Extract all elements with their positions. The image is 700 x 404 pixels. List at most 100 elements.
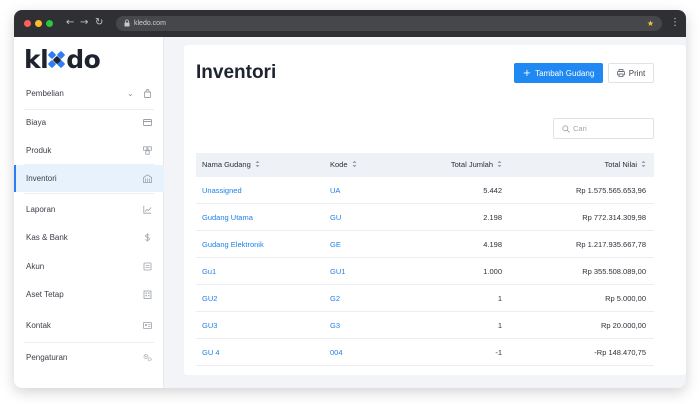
sidebar-item-akun[interactable]: Akun: [14, 253, 164, 280]
logo-text-left: kl: [24, 45, 49, 74]
search-icon: [562, 125, 570, 133]
sidebar-item-kontak[interactable]: Kontak: [14, 312, 164, 339]
column-label: Kode: [330, 160, 348, 169]
table-row: Gudang Elektronik GE 4.198 Rp 1.217.935.…: [196, 231, 654, 258]
sidebar-item-pengaturan[interactable]: Pengaturan: [14, 344, 164, 371]
total-quantity: 5.442: [483, 186, 502, 195]
boxes-icon: [143, 146, 152, 155]
sidebar: kl do Pembelian ⌄ Biaya Produk Inventori …: [14, 37, 164, 388]
warehouse-name-link[interactable]: Gu1: [202, 258, 216, 285]
column-header-kode[interactable]: Kode: [330, 153, 357, 177]
print-button[interactable]: Print: [608, 63, 654, 83]
sidebar-item-kas-bank[interactable]: Kas & Bank: [14, 224, 164, 251]
sort-icon: [352, 160, 357, 168]
total-value: -Rp 148.470,75: [594, 348, 646, 357]
sidebar-item-label: Produk: [26, 146, 52, 155]
warehouse-name-link[interactable]: Gudang Utama: [202, 204, 253, 231]
sidebar-item-inventori[interactable]: Inventori: [14, 165, 164, 192]
printer-icon: [616, 68, 625, 77]
dollar-icon: [145, 233, 150, 242]
warehouse-name-link[interactable]: GU2: [202, 285, 217, 312]
lock-icon: [124, 19, 130, 27]
warehouse-code-link[interactable]: 004: [330, 339, 343, 366]
total-quantity: 2.198: [483, 213, 502, 222]
warehouse-code-link[interactable]: GU: [330, 204, 341, 231]
total-value: Rp 5.000,00: [605, 294, 646, 303]
sidebar-divider: [24, 342, 154, 343]
sidebar-item-label: Inventori: [26, 174, 57, 183]
kledo-logo[interactable]: kl do: [24, 45, 101, 74]
sidebar-item-label: Pengaturan: [26, 353, 68, 362]
sidebar-item-aset-tetap[interactable]: Aset Tetap: [14, 281, 164, 308]
add-warehouse-button[interactable]: + Tambah Gudang: [514, 63, 603, 83]
building-icon: [143, 290, 152, 299]
ledger-icon: [143, 262, 152, 271]
total-quantity: 1: [497, 321, 502, 330]
table-header: Nama Gudang Kode Total Jumlah Total Nila…: [196, 153, 654, 177]
warehouse-name-link[interactable]: GU3: [202, 312, 217, 339]
total-value: Rp 772.314.309,98: [582, 213, 646, 222]
sidebar-item-pembelian[interactable]: Pembelian ⌄: [14, 80, 164, 107]
column-header-nama-gudang[interactable]: Nama Gudang: [202, 153, 260, 177]
warehouse-icon: [143, 174, 152, 183]
close-window-button[interactable]: [24, 20, 31, 27]
search-input[interactable]: [573, 122, 649, 135]
maximize-window-button[interactable]: [46, 20, 53, 27]
sidebar-item-biaya[interactable]: Biaya: [14, 109, 164, 136]
warehouse-name-link[interactable]: Unassigned: [202, 177, 242, 204]
sort-icon: [641, 160, 646, 168]
gears-icon: [143, 354, 152, 362]
warehouse-code-link[interactable]: G2: [330, 285, 340, 312]
back-arrow-icon[interactable]: ←: [66, 16, 74, 30]
minimize-window-button[interactable]: [35, 20, 42, 27]
table-row: GU 4 004 -1 -Rp 148.470,75: [196, 339, 654, 366]
sidebar-item-label: Biaya: [26, 118, 47, 127]
table-row: Gu1 GU1 1.000 Rp 355.508.089,00: [196, 258, 654, 285]
chart-icon: [143, 205, 152, 214]
warehouse-code-link[interactable]: G3: [330, 312, 340, 339]
column-label: Nama Gudang: [202, 160, 251, 169]
card-icon: [143, 119, 152, 126]
table-row: GU3 G3 1 Rp 20.000,00: [196, 312, 654, 339]
address-bar[interactable]: kledo.com ★: [116, 16, 662, 31]
reload-icon[interactable]: ↻: [95, 16, 103, 30]
search-field[interactable]: [553, 118, 654, 139]
total-quantity: -1: [495, 348, 502, 357]
total-quantity: 1: [497, 294, 502, 303]
contact-card-icon: [143, 322, 152, 329]
table-row: Gudang Utama GU 2.198 Rp 772.314.309,98: [196, 204, 654, 231]
sidebar-item-label: Pembelian: [26, 89, 64, 98]
warehouse-name-link[interactable]: GU 4: [202, 339, 220, 366]
column-header-total-jumlah[interactable]: Total Jumlah: [451, 153, 502, 177]
column-label: Total Nilai: [604, 160, 637, 169]
sidebar-divider: [24, 193, 154, 194]
sidebar-item-label: Aset Tetap: [26, 290, 64, 299]
table-row: Unassigned UA 5.442 Rp 1.575.565.653,96: [196, 177, 654, 204]
url-text: kledo.com: [134, 20, 166, 27]
warehouse-name-link[interactable]: Gudang Elektronik: [202, 231, 264, 258]
total-quantity: 4.198: [483, 240, 502, 249]
print-label: Print: [628, 68, 646, 78]
add-warehouse-label: Tambah Gudang: [535, 68, 595, 78]
forward-arrow-icon[interactable]: →: [80, 16, 88, 30]
sidebar-item-laporan[interactable]: Laporan: [14, 196, 164, 223]
column-header-total-nilai[interactable]: Total Nilai: [604, 153, 646, 177]
page-title: Inventori: [196, 62, 277, 83]
total-quantity: 1.000: [483, 267, 502, 276]
browser-titlebar: ← → ↻ kledo.com ★ ⋮: [14, 10, 686, 37]
table-row: GU2 G2 1 Rp 5.000,00: [196, 285, 654, 312]
sidebar-item-produk[interactable]: Produk: [14, 137, 164, 164]
chevron-down-icon[interactable]: ⌄: [127, 80, 134, 107]
plus-icon: +: [522, 67, 532, 79]
column-label: Total Jumlah: [450, 160, 493, 169]
logo-text-right: do: [66, 45, 101, 74]
sort-icon: [497, 160, 502, 168]
warehouse-code-link[interactable]: GU1: [330, 258, 345, 285]
total-value: Rp 20.000,00: [600, 321, 646, 330]
warehouse-code-link[interactable]: UA: [330, 177, 340, 204]
browser-menu-icon[interactable]: ⋮: [670, 16, 680, 30]
warehouse-code-link[interactable]: GE: [330, 231, 341, 258]
sort-icon: [255, 160, 260, 168]
total-value: Rp 1.217.935.667,78: [575, 240, 646, 249]
bookmark-star-icon[interactable]: ★: [647, 16, 654, 31]
